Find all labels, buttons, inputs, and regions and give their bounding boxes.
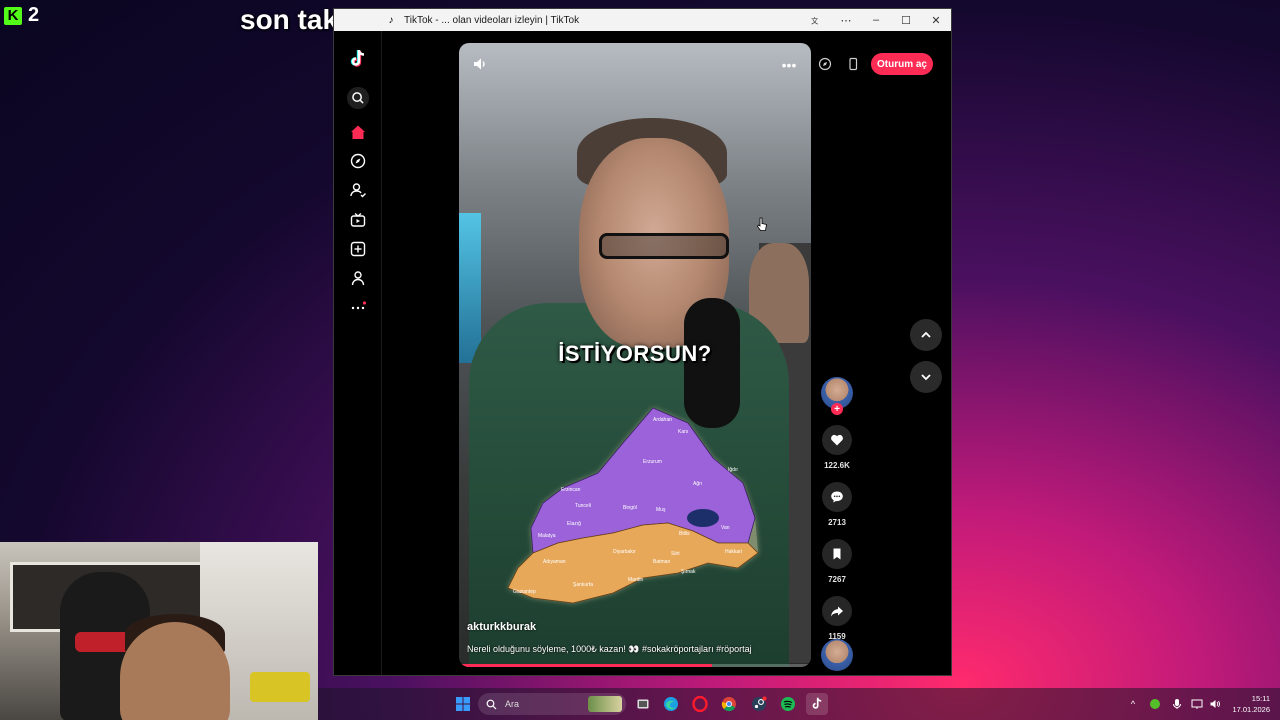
profile-icon[interactable] (346, 266, 370, 290)
video-author[interactable]: akturkkburak (467, 621, 536, 633)
map-label-gaziantep: Gaziantep (513, 589, 536, 595)
home-icon[interactable] (346, 120, 370, 144)
hand-cursor-icon (756, 217, 767, 231)
device-icon[interactable] (843, 54, 863, 74)
next-video-button[interactable] (910, 361, 942, 393)
map-label-ardahan: Ardahan (653, 417, 672, 423)
taskbar-search-icon (486, 699, 497, 709)
save-count: 7267 (828, 575, 846, 584)
more-menu-icon[interactable] (346, 295, 370, 319)
share-icon[interactable] (822, 596, 852, 626)
follow-plus-icon[interactable]: + (831, 403, 843, 415)
viewer-count: 2 (28, 4, 40, 26)
video-progress-fill (459, 664, 713, 667)
tiktok-browser-window: ♪ TikTok - ... olan videoları izleyin | … (333, 8, 952, 676)
map-label-bingol: Bingöl (623, 505, 637, 511)
save-action[interactable]: 7267 (819, 539, 855, 584)
volume-icon[interactable] (471, 55, 491, 75)
tiktok-logo-icon[interactable] (346, 47, 370, 71)
tray-app-icon[interactable] (1148, 697, 1162, 711)
kick-logo-icon: K (4, 6, 22, 25)
task-view-icon[interactable] (632, 693, 654, 715)
map-label-malatya: Malatya (538, 533, 556, 539)
opera-icon[interactable] (689, 693, 711, 715)
spotify-icon[interactable] (777, 693, 799, 715)
video-actions: + 122.6K 2713 7267 1159 (819, 377, 855, 641)
upload-icon[interactable] (346, 237, 370, 261)
coin-icon[interactable] (815, 54, 835, 74)
map-label-hakkari: Hakkari (725, 549, 742, 555)
map-label-igdir: Iğdır (728, 467, 738, 473)
tiktok-sidebar (334, 31, 382, 675)
map-label-agri: Ağrı (693, 481, 702, 487)
map-label-batman: Batman (653, 559, 670, 565)
network-icon[interactable] (1190, 697, 1204, 711)
windows-start-icon[interactable] (452, 693, 474, 715)
map-label-adiyaman: Adıyaman (543, 559, 566, 565)
map-label-mus: Muş (656, 507, 666, 513)
window-title: TikTok - ... olan videoları izleyin | Ti… (404, 14, 580, 26)
map-label-tunceli: Tunceli (575, 503, 591, 509)
login-button[interactable]: Oturum aç (870, 53, 933, 75)
map-label-mardin: Mardin (628, 577, 644, 583)
map-label-sanliurfa: Şanlıurfa (573, 582, 593, 588)
video-more-icon[interactable]: ••• (779, 55, 799, 75)
map-label-van: Van (721, 525, 730, 531)
explore-icon[interactable] (346, 149, 370, 173)
chrome-icon[interactable] (718, 693, 740, 715)
taskbar-search-placeholder: Ara (505, 699, 520, 709)
map-label-kars: Kars (678, 429, 689, 435)
translate-icon[interactable]: 文 (801, 9, 831, 31)
map-label-elazig: Elazığ (567, 521, 581, 527)
steam-icon[interactable] (748, 693, 770, 715)
bookmark-icon[interactable] (822, 539, 852, 569)
maximize-button[interactable]: ☐ (891, 9, 921, 31)
video-progress-bar[interactable] (459, 664, 811, 667)
map-label-erzurum: Erzurum (643, 459, 662, 465)
microphone-icon[interactable] (1170, 697, 1184, 711)
windows-taskbar: Ara ^ 15:11 17.01.2026 (318, 688, 1280, 720)
live-icon[interactable] (346, 208, 370, 232)
map-label-sirnak: Şırnak (681, 569, 696, 575)
map-label-siirt: Siirt (671, 551, 680, 557)
clock-time: 15:11 (1251, 694, 1270, 703)
comment-icon[interactable] (822, 482, 852, 512)
sound-avatar[interactable] (821, 639, 853, 671)
following-icon[interactable] (346, 178, 370, 202)
map-label-erzincan: Erzincan (561, 487, 581, 493)
comment-action[interactable]: 2713 (819, 482, 855, 527)
creator-avatar[interactable]: + (821, 377, 853, 415)
taskbar-search[interactable]: Ara (478, 693, 626, 715)
map-label-diyarbakir: Diyarbakır (613, 549, 636, 555)
tiktok-page: Oturum aç ••• İSTİYORSUN? Kars Erzurum A… (334, 31, 951, 675)
minimize-button[interactable]: – (861, 9, 891, 31)
like-count: 122.6K (824, 461, 850, 470)
window-titlebar[interactable]: ♪ TikTok - ... olan videoları izleyin | … (334, 9, 951, 31)
share-action[interactable]: 1159 (819, 596, 855, 641)
heart-icon[interactable] (822, 425, 852, 455)
edge-icon[interactable] (660, 693, 682, 715)
video-overlay-text: İSTİYORSUN? (558, 341, 712, 366)
tiktok-favicon-icon: ♪ (388, 14, 394, 26)
window-more-button[interactable]: ⋯ (831, 9, 861, 31)
svg-text:文: 文 (811, 16, 819, 25)
tray-overflow-icon[interactable]: ^ (1126, 697, 1140, 711)
map-label-bitlis: Bitlis (679, 531, 690, 537)
like-action[interactable]: 122.6K (819, 425, 855, 470)
region-map: Kars Erzurum Ağrı Erzincan Tunceli Bingö… (507, 407, 759, 604)
video-player[interactable]: ••• İSTİYORSUN? Kars Erzurum Ağrı Erzinc… (459, 43, 811, 667)
search-icon[interactable] (346, 86, 370, 110)
comment-count: 2713 (828, 518, 846, 527)
taskbar-clock[interactable]: 15:11 17.01.2026 (1232, 693, 1270, 715)
video-description: Nereli olduğunu söyleme, 1000₺ kazan! 👀 … (467, 644, 752, 654)
kick-viewer-badge: K 2 (4, 4, 39, 27)
close-button[interactable]: ✕ (921, 9, 951, 31)
search-highlight-thumbnail (588, 696, 622, 712)
clock-date: 17.01.2026 (1232, 705, 1270, 714)
volume-tray-icon[interactable] (1208, 697, 1222, 711)
top-right-controls: Oturum aç (815, 53, 933, 75)
previous-video-button[interactable] (910, 319, 942, 351)
tiktok-taskbar-icon[interactable] (806, 693, 828, 715)
webcam-feed (0, 542, 318, 720)
